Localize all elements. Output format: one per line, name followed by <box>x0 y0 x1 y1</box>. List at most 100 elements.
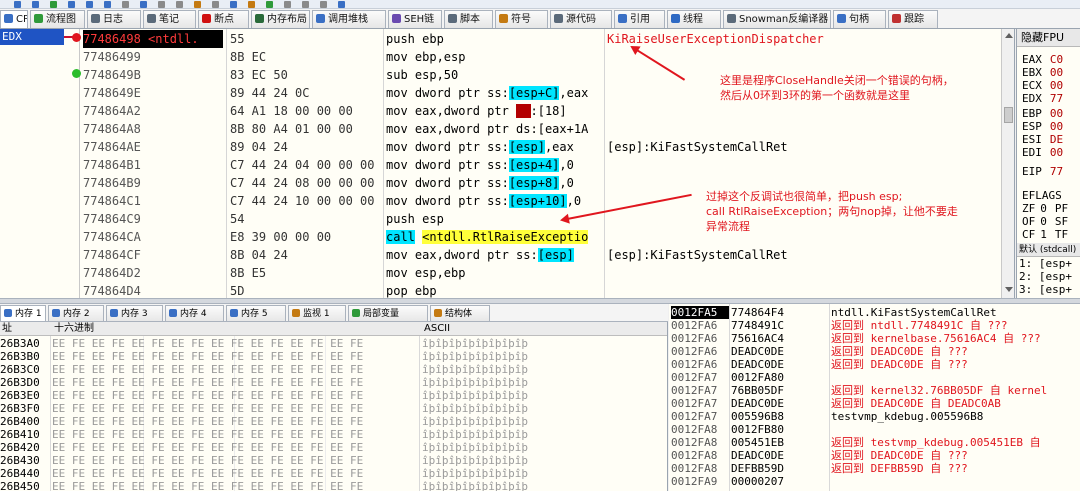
disassembly-row[interactable]: 774864D2 8B E5 mov esp,ebp <box>80 264 1000 282</box>
disassembly-row[interactable]: 77486499 8B EC mov ebp,esp <box>80 48 1000 66</box>
toolbar-button-icon[interactable] <box>266 1 273 8</box>
stack-row[interactable]: 0012FA6 7748491C 返回到 ntdll.7748491C 自 ??? <box>669 319 1080 332</box>
stack-row[interactable]: 0012FA7 0012FA80 <box>669 371 1080 384</box>
dump-row[interactable]: 26B3D0 EE FE EE FE EE FE EE FE EE FE EE F… <box>0 376 667 389</box>
stack-row[interactable]: 0012FA6 75616AC4 返回到 kernelbase.75616AC4 自… <box>669 332 1080 345</box>
stack-row[interactable]: 0012FA6 DEADC0DE 返回到 DEADC0DE 自 ??? <box>669 345 1080 358</box>
tab-source[interactable]: 源代码 <box>550 10 612 28</box>
disassembly-scrollbar[interactable] <box>1001 29 1014 298</box>
dump-tab[interactable]: 结构体 <box>430 305 490 321</box>
dump-row[interactable]: 26B3C0 EE FE EE FE EE FE EE FE EE FE EE F… <box>0 363 667 376</box>
dump-row[interactable]: 26B3E0 EE FE EE FE EE FE EE FE EE FE EE F… <box>0 389 667 402</box>
stack-row[interactable]: 0012FA9 00000207 <box>669 475 1080 488</box>
dump-address: 26B440 <box>0 467 40 480</box>
dump-row[interactable]: 26B420 EE FE EE FE EE FE EE FE EE FE EE F… <box>0 441 667 454</box>
stack-row[interactable]: 0012FA5 774864F4 ntdll.KiFastSystemCallRet <box>669 306 1080 319</box>
toolbar-button-icon[interactable] <box>50 1 57 8</box>
toolbar-button-icon[interactable] <box>14 1 21 8</box>
dump-tab[interactable]: 内存 5 <box>226 305 286 321</box>
dump-tab[interactable]: 局部变量 <box>348 305 428 321</box>
disassembly-row[interactable]: 774864B1 C7 44 24 04 00 00 00 mov dword pt… <box>80 156 1000 174</box>
tab-symbols[interactable]: 符号 <box>495 10 548 28</box>
tab-snowman[interactable]: Snowman反编译器 <box>723 10 831 28</box>
toolbar-button-icon[interactable] <box>302 1 309 8</box>
stack-row[interactable]: 0012FA8 005451EB 返回到 testvmp_kdebug.005451… <box>669 436 1080 449</box>
disassembly-row[interactable]: 774864D4 5D pop ebp <box>80 282 1000 298</box>
toolbar-button-icon[interactable] <box>176 1 183 8</box>
toolbar-button-icon[interactable] <box>194 1 201 8</box>
toolbar-button-icon[interactable] <box>32 1 39 8</box>
toolbar-button-icon[interactable] <box>212 1 219 8</box>
toolbar-button-icon[interactable] <box>230 1 237 8</box>
dump-row[interactable]: 26B3A0 EE FE EE FE EE FE EE FE EE FE EE F… <box>0 337 667 350</box>
tab-breakpoint[interactable]: 断点 <box>198 10 249 28</box>
dump-tab[interactable]: 内存 4 <box>165 305 224 321</box>
threads-icon <box>671 14 680 23</box>
tab-log[interactable]: 日志 <box>87 10 141 28</box>
stack-row[interactable]: 0012FA7 005596B8 testvmp_kdebug.005596B8 <box>669 410 1080 423</box>
scroll-thumb[interactable] <box>1004 107 1013 123</box>
tab-seh[interactable]: SEH链 <box>388 10 442 28</box>
calling-convention-select[interactable]: 默认 (stdcall) <box>1017 243 1080 257</box>
toolbar-button-icon[interactable] <box>104 1 111 8</box>
dump-row[interactable]: 26B450 EE FE EE FE EE FE EE FE EE FE EE F… <box>0 480 667 491</box>
dump-tab[interactable]: 内存 1 <box>0 305 46 321</box>
toolbar-button-icon[interactable] <box>140 1 147 8</box>
register-esi[interactable]: ESI DE <box>1022 133 1063 146</box>
scroll-up-icon[interactable] <box>1005 33 1013 38</box>
dump-tab[interactable]: 内存 3 <box>106 305 163 321</box>
dump-row[interactable]: 26B440 EE FE EE FE EE FE EE FE EE FE EE F… <box>0 467 667 480</box>
tab-trace[interactable]: 跟踪 <box>888 10 938 28</box>
scroll-down-icon[interactable] <box>1005 287 1013 292</box>
stack-row[interactable]: 0012FA8 DEADC0DE 返回到 DEADC0DE 自 ??? <box>669 449 1080 462</box>
tab-flowchart[interactable]: 流程图 <box>30 10 85 28</box>
register-edx[interactable]: EDX 77 <box>1022 92 1063 105</box>
tab-cpu[interactable]: CPU <box>0 10 28 28</box>
flag-cf[interactable]: CF 1 TF <box>1022 228 1068 241</box>
toolbar-button-icon[interactable] <box>320 1 327 8</box>
register-ecx[interactable]: ECX 00 <box>1022 79 1063 92</box>
tab-call-stack[interactable]: 调用堆栈 <box>312 10 386 28</box>
disassembly-row[interactable]: 774864AE 89 04 24 mov dword ptr ss:[esp],e… <box>80 138 1000 156</box>
tab-references[interactable]: 引用 <box>614 10 665 28</box>
row-address: 774864CF <box>83 248 141 262</box>
tab-notes[interactable]: 笔记 <box>143 10 196 28</box>
flag-zf[interactable]: ZF 0 PF <box>1022 202 1068 215</box>
tab-script[interactable]: 脚本 <box>444 10 493 28</box>
stack-row[interactable]: 0012FA6 DEADC0DE 返回到 DEADC0DE 自 ??? <box>669 358 1080 371</box>
dump-tab[interactable]: 内存 2 <box>48 305 104 321</box>
dump-row[interactable]: 26B3B0 EE FE EE FE EE FE EE FE EE FE EE F… <box>0 350 667 363</box>
flag-of[interactable]: OF 0 SF <box>1022 215 1068 228</box>
hide-fpu-button[interactable]: 隐藏FPU <box>1017 29 1080 47</box>
disassembly-row[interactable]: 77486498 <ntdll. 55 push ebp KiRaiseUserExc… <box>80 30 1000 48</box>
tab-handles[interactable]: 句柄 <box>833 10 886 28</box>
register-eip[interactable]: EIP 77 <box>1022 165 1063 178</box>
toolbar-button-icon[interactable] <box>284 1 291 8</box>
dump-row[interactable]: 26B3F0 EE FE EE FE EE FE EE FE EE FE EE F… <box>0 402 667 415</box>
tab-memory-map[interactable]: 内存布局 <box>251 10 310 28</box>
toolbar-button-icon[interactable] <box>158 1 165 8</box>
register-ebx[interactable]: EBX 00 <box>1022 66 1063 79</box>
toolbar-button-icon[interactable] <box>248 1 255 8</box>
instruction-text: mov ebp,esp <box>386 50 466 64</box>
stack-row[interactable]: 0012FA7 76BB05DF 返回到 kernel32.76BB05DF 自 k… <box>669 384 1080 397</box>
disassembly-row[interactable]: 774864CF 8B 04 24 mov eax,dword ptr ss:[es… <box>80 246 1000 264</box>
stack-row[interactable]: 0012FA8 0012FB80 <box>669 423 1080 436</box>
dump-tab[interactable]: 监视 1 <box>288 305 346 321</box>
disassembly-row[interactable]: 774864A2 64 A1 18 00 00 00 mov eax,dword p… <box>80 102 1000 120</box>
register-edi[interactable]: EDI 00 <box>1022 146 1063 159</box>
register-eax[interactable]: EAX C0 <box>1022 53 1063 66</box>
stack-row[interactable]: 0012FA8 DEFBB59D 返回到 DEFBB59D 自 ??? <box>669 462 1080 475</box>
dump-row[interactable]: 26B400 EE FE EE FE EE FE EE FE EE FE EE F… <box>0 415 667 428</box>
toolbar-button-icon[interactable] <box>122 1 129 8</box>
register-ebp[interactable]: EBP 00 <box>1022 107 1063 120</box>
tab-threads[interactable]: 线程 <box>667 10 721 28</box>
stack-row[interactable]: 0012FA7 DEADC0DE 返回到 DEADC0DE 自 DEADC0AB <box>669 397 1080 410</box>
dump-row[interactable]: 26B430 EE FE EE FE EE FE EE FE EE FE EE F… <box>0 454 667 467</box>
toolbar-button-icon[interactable] <box>338 1 345 8</box>
register-esp[interactable]: ESP 00 <box>1022 120 1063 133</box>
disassembly-row[interactable]: 774864A8 8B 80 A4 01 00 00 mov eax,dword p… <box>80 120 1000 138</box>
dump-row[interactable]: 26B410 EE FE EE FE EE FE EE FE EE FE EE F… <box>0 428 667 441</box>
toolbar-button-icon[interactable] <box>68 1 75 8</box>
toolbar-button-icon[interactable] <box>86 1 93 8</box>
